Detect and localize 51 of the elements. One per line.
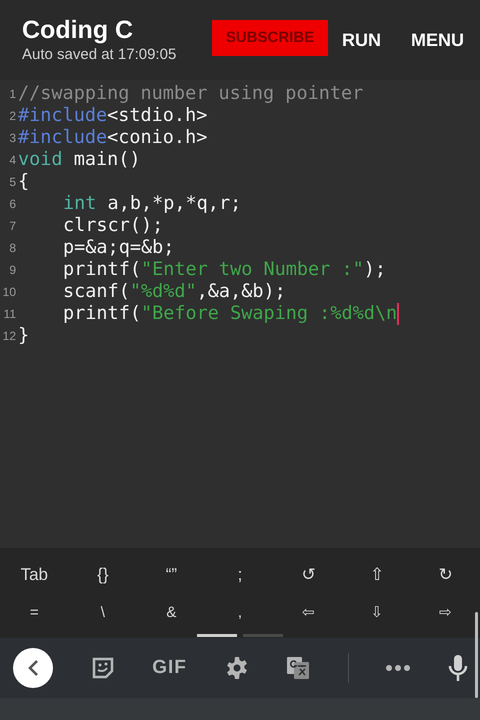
line-number: 2 (8, 108, 17, 125)
code-line: #include<stdio.h> (18, 105, 208, 127)
line-number: 7 (8, 218, 17, 235)
gif-button[interactable]: GIF (152, 654, 187, 682)
extra-key[interactable]: ⇧ (370, 562, 384, 588)
line-number: 11 (2, 306, 17, 323)
line-number: 6 (8, 196, 17, 213)
translate-icon[interactable] (286, 656, 310, 680)
chevron-left-icon (27, 659, 39, 677)
extra-key[interactable]: ; (238, 562, 242, 588)
code-line: p=&a;q=&b; (62, 237, 174, 259)
extra-key[interactable]: & (166, 602, 176, 624)
code-line: scanf("%d%d",&a,&b); (62, 281, 286, 303)
code-line: { (18, 171, 30, 193)
extra-key[interactable]: ↺ (302, 562, 316, 588)
line-number: 8 (8, 240, 17, 257)
toolbar-button[interactable]: MENU (411, 26, 464, 54)
extra-key[interactable]: ⇩ (370, 602, 384, 624)
code-line: #include<conio.h> (18, 127, 208, 149)
subscribe-badge: SUBSCRIBE (212, 20, 328, 56)
line-number: 9 (8, 262, 17, 279)
line-number: 10 (2, 284, 17, 301)
extra-key[interactable]: ⇦ (302, 602, 316, 624)
back-button[interactable] (13, 648, 53, 688)
code-line: } (18, 325, 30, 347)
line-number: 5 (8, 174, 17, 191)
microphone-icon[interactable] (448, 654, 468, 682)
app-title: Coding C (22, 15, 134, 45)
code-line: printf("Enter two Number :"); (62, 259, 386, 281)
line-number: 1 (8, 86, 17, 103)
code-line: clrscr(); (62, 215, 164, 237)
line-number: 4 (8, 152, 17, 169)
autosave-status: Auto saved at 17:09:05 (22, 45, 178, 65)
extra-key[interactable]: ↻ (438, 562, 453, 588)
code-line: void main() (18, 149, 141, 171)
extra-key[interactable]: {} (97, 562, 109, 588)
more-icon[interactable] (386, 664, 410, 672)
code-line: int a,b,*p,*q,r; (62, 193, 242, 215)
code-line: printf("Before Swaping :%d%d\n (18, 303, 400, 325)
extra-key[interactable]: “” (166, 562, 178, 588)
settings-icon[interactable] (224, 656, 248, 680)
sticker-icon[interactable] (90, 656, 115, 680)
extra-key[interactable]: , (238, 602, 242, 624)
line-number: 3 (8, 130, 17, 147)
line-number: 12 (2, 328, 17, 345)
extra-key[interactable]: \ (100, 602, 105, 624)
toolbar-button[interactable]: RUN (342, 26, 381, 54)
extra-key[interactable]: Tab (20, 562, 48, 588)
extra-key[interactable]: = (30, 602, 39, 624)
code-line: //swapping number using pointer (18, 83, 364, 105)
extra-key[interactable]: ⇨ (439, 602, 452, 624)
